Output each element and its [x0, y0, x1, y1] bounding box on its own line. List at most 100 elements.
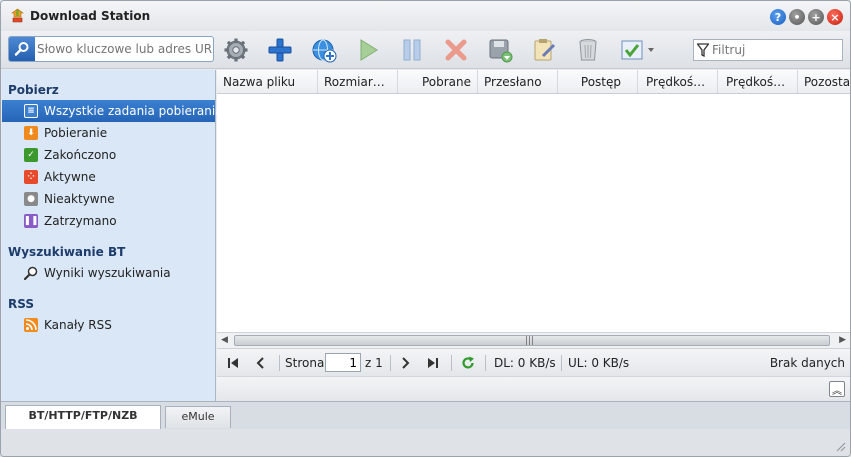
- search-box[interactable]: [8, 36, 214, 62]
- sidebar-item-inactive[interactable]: ● Nieaktywne: [2, 188, 215, 210]
- close-icon: ×: [830, 10, 840, 24]
- column-header-uploaded[interactable]: Przesłano: [478, 70, 558, 93]
- status-bar: [1, 429, 850, 456]
- page-label: Strona: [285, 356, 325, 370]
- delete-button[interactable]: [442, 36, 470, 64]
- search-input[interactable]: [37, 38, 213, 60]
- sidebar-item-stopped[interactable]: ❚❚ Zatrzymano: [2, 210, 215, 232]
- chevron-right-icon: [402, 357, 410, 369]
- resize-grip-icon[interactable]: [836, 442, 846, 452]
- search-icon: [14, 42, 29, 56]
- first-page-icon: [228, 358, 238, 368]
- gear-icon: [224, 38, 248, 62]
- window-controls: ? • + ×: [770, 9, 843, 25]
- globe-plus-icon: [312, 39, 337, 63]
- download-station-window: Download Station ? • + × Słowo kluczowe …: [0, 0, 851, 457]
- sidebar-item-search-results[interactable]: Wyniki wyszukiwania: [2, 262, 215, 284]
- sidebar-item-label: Zatrzymano: [44, 214, 117, 228]
- column-header-remaining[interactable]: Pozosta: [798, 70, 850, 93]
- pause-icon: ❚❚: [23, 214, 39, 228]
- inactive-icon: ●: [24, 192, 38, 206]
- tab-bt-http-ftp-nzb[interactable]: BT/HTTP/FTP/NZB: [5, 405, 161, 429]
- search-button[interactable]: [9, 37, 35, 61]
- grid-header: Nazwa pliku Rozmiar… Pobrane Przesłano P…: [217, 70, 850, 94]
- pager-separator: [561, 355, 562, 371]
- sidebar-item-label: Kanały RSS: [44, 318, 112, 332]
- filter-box[interactable]: [693, 39, 843, 61]
- select-dropdown-button[interactable]: [618, 36, 660, 64]
- edit-button[interactable]: [530, 36, 558, 64]
- list-icon: ≡: [24, 104, 38, 118]
- column-header-filename[interactable]: Nazwa pliku: [217, 70, 318, 93]
- task-grid[interactable]: Nazwa pliku Rozmiar… Pobrane Przesłano P…: [217, 70, 850, 332]
- section-title-rss: RSS: [8, 297, 34, 311]
- save-to-disk-button[interactable]: [486, 36, 514, 64]
- expand-details-button[interactable]: ︽: [829, 381, 845, 397]
- column-header-download-speed[interactable]: Prędkoś…: [638, 70, 718, 93]
- column-header-upload-speed[interactable]: Prędkoś…: [718, 70, 798, 93]
- sidebar-item-all-tasks[interactable]: ≡ Wszystkie zadania pobierania: [2, 100, 223, 122]
- pagination-bar: Strona z 1 DL: 0 KB/s UL: 0 KB/s Brak da…: [217, 348, 850, 376]
- chevron-left-icon: [256, 357, 264, 369]
- download-station-logo-icon: [11, 8, 24, 23]
- filter-input[interactable]: [712, 41, 840, 59]
- minimize-icon: •: [793, 10, 801, 24]
- sidebar-item-active[interactable]: ⁘ Aktywne: [2, 166, 215, 188]
- checklist-dropdown-icon: [621, 40, 654, 60]
- trash-can-icon: [579, 39, 597, 61]
- sidebar-item-rss-feeds[interactable]: Kanały RSS: [2, 314, 215, 336]
- window-title: Download Station: [30, 9, 151, 23]
- refresh-icon: [462, 356, 474, 369]
- check-icon: ✓: [24, 148, 38, 162]
- rss-icon: [24, 318, 38, 332]
- scrollbar-thumb[interactable]: |||: [234, 335, 830, 346]
- sidebar-item-label: Zakończono: [44, 148, 117, 162]
- plus-icon: +: [811, 10, 821, 24]
- floppy-download-icon: [489, 39, 513, 63]
- sidebar-item-completed[interactable]: ✓ Zakończono: [2, 144, 215, 166]
- pause-button[interactable]: [398, 36, 426, 64]
- pager-separator: [485, 355, 486, 371]
- sidebar-item-downloading[interactable]: ⬇ Pobieranie: [2, 122, 215, 144]
- clear-completed-button[interactable]: [574, 36, 602, 64]
- maximize-button[interactable]: +: [808, 9, 824, 25]
- first-page-button[interactable]: [225, 355, 241, 371]
- pager-separator: [451, 355, 452, 371]
- pause-icon: [403, 39, 421, 61]
- scroll-left-icon[interactable]: ◀: [221, 335, 228, 345]
- add-task-button[interactable]: [266, 36, 294, 64]
- page-number-input[interactable]: [325, 353, 361, 372]
- upload-speed-status: UL: 0 KB/s: [568, 356, 630, 370]
- download-speed-status: DL: 0 KB/s: [494, 356, 556, 370]
- pager-separator: [279, 355, 280, 371]
- column-header-size[interactable]: Rozmiar…: [318, 70, 398, 93]
- sidebar-item-label: Wszystkie zadania pobierania: [44, 104, 223, 118]
- refresh-button[interactable]: [460, 355, 476, 371]
- active-dots-icon: ⁘: [24, 170, 38, 184]
- protocol-tabs: BT/HTTP/FTP/NZB eMule: [1, 401, 850, 429]
- add-url-button[interactable]: [310, 36, 338, 64]
- sidebar: Pobierz ≡ Wszystkie zadania pobierania ⬇…: [2, 70, 223, 401]
- magnifier-icon: [24, 266, 38, 280]
- horizontal-scrollbar[interactable]: ◀ ||| ▶: [217, 332, 850, 348]
- resume-button[interactable]: [354, 36, 382, 64]
- delete-x-icon: [445, 39, 467, 61]
- last-page-button[interactable]: [425, 355, 441, 371]
- sidebar-item-label: Wyniki wyszukiwania: [44, 266, 171, 280]
- column-header-downloaded[interactable]: Pobrane: [398, 70, 478, 93]
- section-title-bt-search: Wyszukiwanie BT: [8, 245, 126, 259]
- close-button[interactable]: ×: [827, 9, 843, 25]
- pager-separator: [390, 355, 391, 371]
- previous-page-button[interactable]: [253, 355, 269, 371]
- plus-icon: [268, 38, 292, 62]
- minimize-button[interactable]: •: [789, 9, 805, 25]
- help-button[interactable]: ?: [770, 9, 786, 25]
- column-header-progress[interactable]: Postęp: [558, 70, 638, 93]
- title-bar[interactable]: Download Station ? • + ×: [1, 1, 850, 31]
- empty-data-label: Brak danych: [769, 356, 845, 370]
- next-page-button[interactable]: [397, 355, 413, 371]
- scroll-right-icon[interactable]: ▶: [839, 335, 846, 345]
- settings-button[interactable]: [222, 36, 250, 64]
- section-title-pobierz: Pobierz: [8, 83, 59, 97]
- tab-emule[interactable]: eMule: [165, 406, 231, 428]
